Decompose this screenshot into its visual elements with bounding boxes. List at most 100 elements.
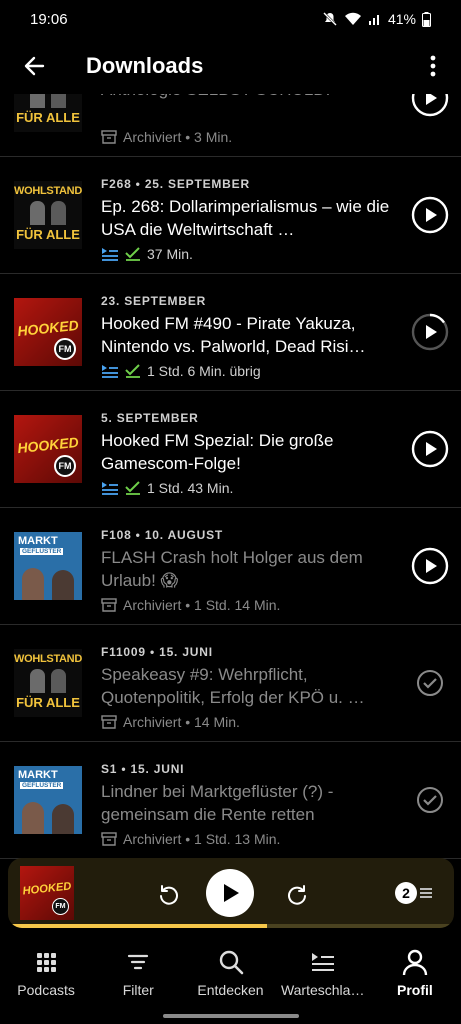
queue-icon: [310, 948, 336, 976]
episode-info: F11009 • 15. JUNI Speakeasy #9: Wehrpfli…: [101, 645, 393, 731]
nav-label: Warteschla…: [280, 982, 365, 998]
artwork-title-top: MARKT: [18, 535, 58, 547]
episode-artwork[interactable]: HOOKED FM: [14, 298, 82, 366]
play-partial-icon: [411, 313, 449, 351]
play-circle-icon: [411, 430, 449, 468]
in-queue-icon: [102, 248, 118, 261]
episode-status-text: 1 Std. 6 Min. übrig: [147, 363, 261, 379]
play-episode-button[interactable]: [411, 430, 449, 468]
nav-item-grid[interactable]: Podcasts: [0, 940, 92, 1010]
episode-status: 37 Min.: [101, 245, 393, 263]
podcast-artwork: HOOKED FM: [20, 866, 74, 920]
play-circle-icon: [411, 547, 449, 585]
signal-icon: [368, 15, 379, 25]
episode-list[interactable]: WOHLSTAND FÜR ALLE Anthologie SELBST SCH…: [0, 94, 461, 860]
play-circle-icon: [411, 196, 449, 234]
app-bar: Downloads: [0, 38, 461, 94]
play-icon: [224, 884, 239, 902]
play-episode-button[interactable]: [411, 196, 449, 234]
nav-label: Entdecken: [197, 982, 264, 998]
page-title: Downloads: [86, 53, 204, 78]
profile-icon: [401, 948, 429, 976]
nav-item-profile[interactable]: Profil: [369, 940, 461, 1010]
episode-artwork[interactable]: MARKT GEFLÜSTER: [14, 766, 82, 834]
podcast-artwork: HOOKED FM: [14, 298, 82, 366]
episode-info: 23. SEPTEMBER Hooked FM #490 - Pirate Ya…: [101, 294, 393, 380]
playback-progress-fill: [8, 924, 267, 928]
up-next-icon: [420, 888, 432, 898]
episode-status-text: Archiviert • 1 Std. 14 Min.: [123, 597, 281, 613]
episode-status-text: Archiviert • 14 Min.: [123, 714, 240, 730]
episode-status: 1 Std. 6 Min. übrig: [101, 362, 393, 380]
playback-progress-track[interactable]: [8, 924, 454, 928]
episode-artwork[interactable]: HOOKED FM: [14, 415, 82, 483]
play-episode-button[interactable]: [411, 313, 449, 351]
more-vert-icon: [430, 55, 436, 77]
nav-item-queue[interactable]: Warteschla…: [277, 940, 369, 1010]
episode-title: Hooked FM Spezial: Die große Gamescom-Fo…: [101, 431, 334, 473]
artwork-title-top: WOHLSTAND: [14, 653, 82, 665]
wifi-icon: [344, 12, 361, 25]
nav-item-search[interactable]: Entdecken: [184, 940, 276, 1010]
archive-icon: [101, 598, 117, 612]
episode-info: 5. SEPTEMBER Hooked FM Spezial: Die groß…: [101, 411, 393, 497]
episode-meta: F268 • 25. SEPTEMBER: [101, 177, 250, 191]
episode-artwork[interactable]: MARKT GEFLÜSTER: [14, 532, 82, 600]
episode-title: FLASH Crash holt Holger aus dem Urlaub! …: [101, 548, 363, 590]
up-next-button[interactable]: 2: [392, 879, 436, 907]
artwork-hosts: [30, 201, 66, 225]
episode-artwork[interactable]: WOHLSTAND FÜR ALLE: [14, 181, 82, 249]
episode-meta: S1 • 15. JUNI: [101, 762, 185, 776]
artwork-title-top: WOHLSTAND: [14, 185, 82, 197]
episode-row[interactable]: WOHLSTAND FÜR ALLE Anthologie SELBST SCH…: [0, 94, 461, 157]
downloaded-check-icon: [125, 247, 140, 261]
episode-row[interactable]: MARKT GEFLÜSTER S1 • 15. JUNI Lindner be…: [0, 742, 461, 859]
artwork-title-bottom: FÜR ALLE: [16, 695, 80, 710]
episode-meta: F108 • 10. AUGUST: [101, 528, 224, 542]
artwork-hosts: [22, 800, 74, 834]
grid-icon: [34, 948, 58, 976]
artwork-hosts: [30, 669, 66, 693]
artwork-title: HOOKED: [16, 433, 80, 457]
skip-forward-button[interactable]: [280, 875, 316, 911]
skip-back-button[interactable]: [150, 875, 186, 911]
play-episode-button[interactable]: [411, 94, 449, 117]
play-episode-button[interactable]: [411, 547, 449, 585]
back-button[interactable]: [0, 38, 68, 94]
artwork-fm-badge: FM: [51, 897, 70, 916]
status-bar: 19:06 41%: [0, 0, 461, 38]
episode-status-text: Archiviert • 3 Min.: [123, 129, 233, 145]
episode-info: S1 • 15. JUNI Lindner bei Marktgeflüster…: [101, 762, 393, 848]
filter-icon: [126, 948, 150, 976]
episode-row[interactable]: HOOKED FM 23. SEPTEMBER Hooked FM #490 -…: [0, 274, 461, 391]
episode-artwork[interactable]: WOHLSTAND FÜR ALLE: [14, 649, 82, 717]
artwork-fm-badge: FM: [54, 338, 76, 360]
in-queue-icon: [102, 365, 118, 378]
mute-icon: [323, 12, 337, 26]
episode-info: F108 • 10. AUGUST FLASH Crash holt Holge…: [101, 528, 393, 614]
episode-row[interactable]: MARKT GEFLÜSTER F108 • 10. AUGUST FLASH …: [0, 508, 461, 625]
episode-status: Archiviert • 1 Std. 13 Min.: [101, 830, 393, 848]
search-icon: [218, 948, 244, 976]
in-queue-icon: [102, 482, 118, 495]
episode-info: F268 • 25. SEPTEMBER Ep. 268: Dollarimpe…: [101, 177, 393, 263]
artwork-title-bottom: FÜR ALLE: [16, 227, 80, 242]
episode-row[interactable]: HOOKED FM 5. SEPTEMBER Hooked FM Spezial…: [0, 391, 461, 508]
battery-icon: [422, 11, 431, 27]
episode-status-text: Archiviert • 1 Std. 13 Min.: [123, 831, 281, 847]
podcast-artwork: WOHLSTAND FÜR ALLE: [14, 94, 82, 132]
more-options-button[interactable]: [405, 38, 461, 94]
episode-artwork[interactable]: WOHLSTAND FÜR ALLE: [14, 94, 82, 132]
mini-player[interactable]: HOOKED FM 2: [8, 858, 454, 928]
played-indicator[interactable]: [411, 664, 449, 702]
mini-player-artwork[interactable]: HOOKED FM: [20, 866, 74, 920]
nav-item-filter[interactable]: Filter: [92, 940, 184, 1010]
episode-status: Archiviert • 14 Min.: [101, 713, 393, 731]
episode-row[interactable]: WOHLSTAND FÜR ALLE F268 • 25. SEPTEMBER …: [0, 157, 461, 274]
played-indicator[interactable]: [411, 781, 449, 819]
episode-title: Lindner bei Marktgeflüster (?) - gemeins…: [101, 782, 334, 824]
episode-info: Anthologie SELBST SCHULD! Archiviert • 3…: [101, 94, 393, 146]
play-button[interactable]: [206, 869, 254, 917]
episode-row[interactable]: WOHLSTAND FÜR ALLE F11009 • 15. JUNI Spe…: [0, 625, 461, 742]
artwork-fm-badge: FM: [54, 455, 76, 477]
